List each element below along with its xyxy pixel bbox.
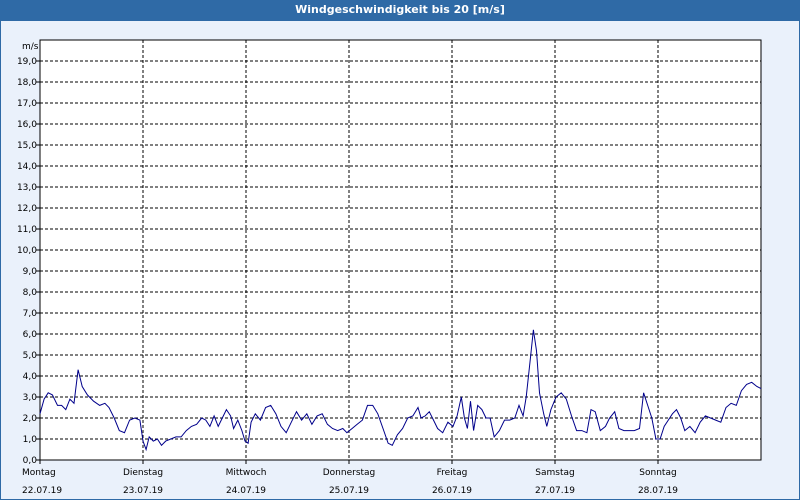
y-tick-label: 14,0 [17,162,37,172]
y-tick-label: 17,0 [17,99,37,109]
y-tick-label: 8,0 [23,288,38,298]
x-tick-day-label: Freitag [437,468,468,478]
y-tick-label: 9,0 [23,267,38,277]
x-tick-date-label: 27.07.19 [535,486,575,496]
x-tick-day-label: Donnerstag [323,468,376,478]
x-tick-day-label: Montag [22,468,56,478]
y-tick-label: 6,0 [23,330,38,340]
y-tick-label: 11,0 [17,225,37,235]
x-tick-day-label: Dienstag [123,468,163,478]
y-tick-label: 7,0 [23,309,38,319]
wind-speed-chart: m/s 0,0 1,0 2,0 3,0 4,0 5,0 6,0 7,0 8,0 9,0 10,0 11… [17,39,762,496]
y-tick-label: 5,0 [23,351,38,361]
x-tick-date-label: 26.07.19 [432,486,472,496]
y-axis-unit-label: m/s [22,42,39,52]
y-tick-label: 4,0 [23,372,38,382]
y-tick-label: 3,0 [23,393,38,403]
y-tick-label: 1,0 [23,435,38,445]
y-tick-label: 18,0 [17,78,37,88]
x-tick-day-label: Sonntag [639,468,676,478]
y-tick-label: 16,0 [17,120,37,130]
x-tick-date-label: 28.07.19 [638,486,678,496]
y-tick-label: 0,0 [23,456,38,466]
x-tick-day-label: Samstag [535,468,574,478]
y-tick-label: 15,0 [17,141,37,151]
x-tick-date-label: 22.07.19 [22,486,62,496]
y-axis-ticks: 0,0 1,0 2,0 3,0 4,0 5,0 6,0 7,0 8,0 9,0 10,0 11,0 12… [17,57,40,466]
x-tick-day-label: Mittwoch [226,468,267,478]
y-tick-label: 12,0 [17,204,37,214]
y-tick-label: 13,0 [17,183,37,193]
x-tick-date-label: 23.07.19 [123,486,163,496]
x-tick-date-label: 24.07.19 [226,486,266,496]
x-tick-date-label: 25.07.19 [329,486,369,496]
x-axis-ticks: Montag 22.07.19 Dienstag 23.07.19 Mittwoch 24… [22,460,678,496]
y-tick-label: 2,0 [23,414,38,424]
y-tick-label: 19,0 [17,57,37,67]
y-tick-label: 10,0 [17,246,37,256]
